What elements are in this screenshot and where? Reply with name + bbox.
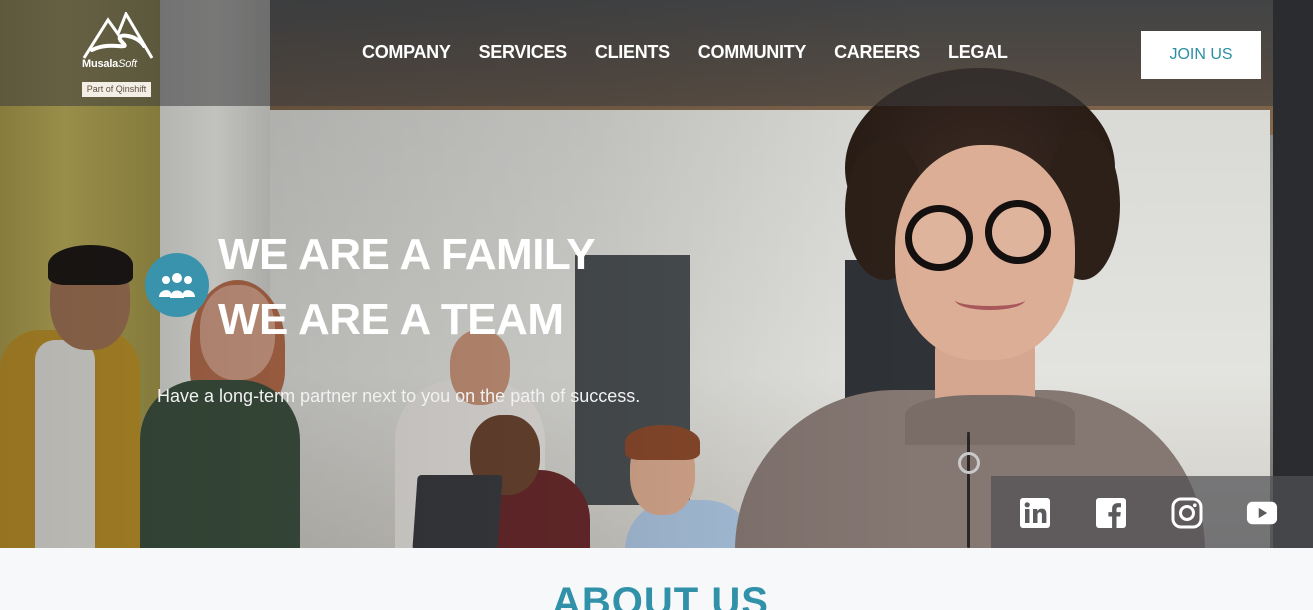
brand-logo[interactable]: MusalaSoft Part of Qinshift — [82, 12, 154, 100]
facebook-icon[interactable] — [1095, 497, 1127, 529]
nav-item-legal[interactable]: LEGAL — [948, 42, 1008, 63]
hero-subline: Have a long-term partner next to you on … — [157, 386, 641, 406]
team-icon — [159, 273, 195, 298]
mountain-logo-icon — [82, 12, 154, 59]
team-badge — [145, 253, 209, 317]
youtube-icon[interactable] — [1246, 497, 1278, 529]
nav-item-clients[interactable]: CLIENTS — [595, 42, 670, 63]
nav-item-careers[interactable]: CAREERS — [834, 42, 920, 63]
main-nav: COMPANY SERVICES CLIENTS COMMUNITY CAREE… — [362, 42, 1008, 63]
nav-item-community[interactable]: COMMUNITY — [698, 42, 807, 63]
brand-wordmark: MusalaSoft — [82, 58, 137, 70]
hero-headline-team: WE ARE A TEAM — [218, 295, 564, 344]
brand-tagline: Part of Qinshift — [82, 82, 151, 97]
nav-item-services[interactable]: SERVICES — [479, 42, 568, 63]
about-title: ABOUT US — [552, 580, 769, 610]
join-us-button[interactable]: JOIN US — [1141, 31, 1261, 79]
about-section: ABOUT US — [0, 548, 1313, 610]
linkedin-icon[interactable] — [1019, 497, 1051, 529]
hero-headline-family: WE ARE A FAMILY — [218, 230, 596, 279]
instagram-icon[interactable] — [1171, 497, 1203, 529]
nav-item-company[interactable]: COMPANY — [362, 42, 451, 63]
